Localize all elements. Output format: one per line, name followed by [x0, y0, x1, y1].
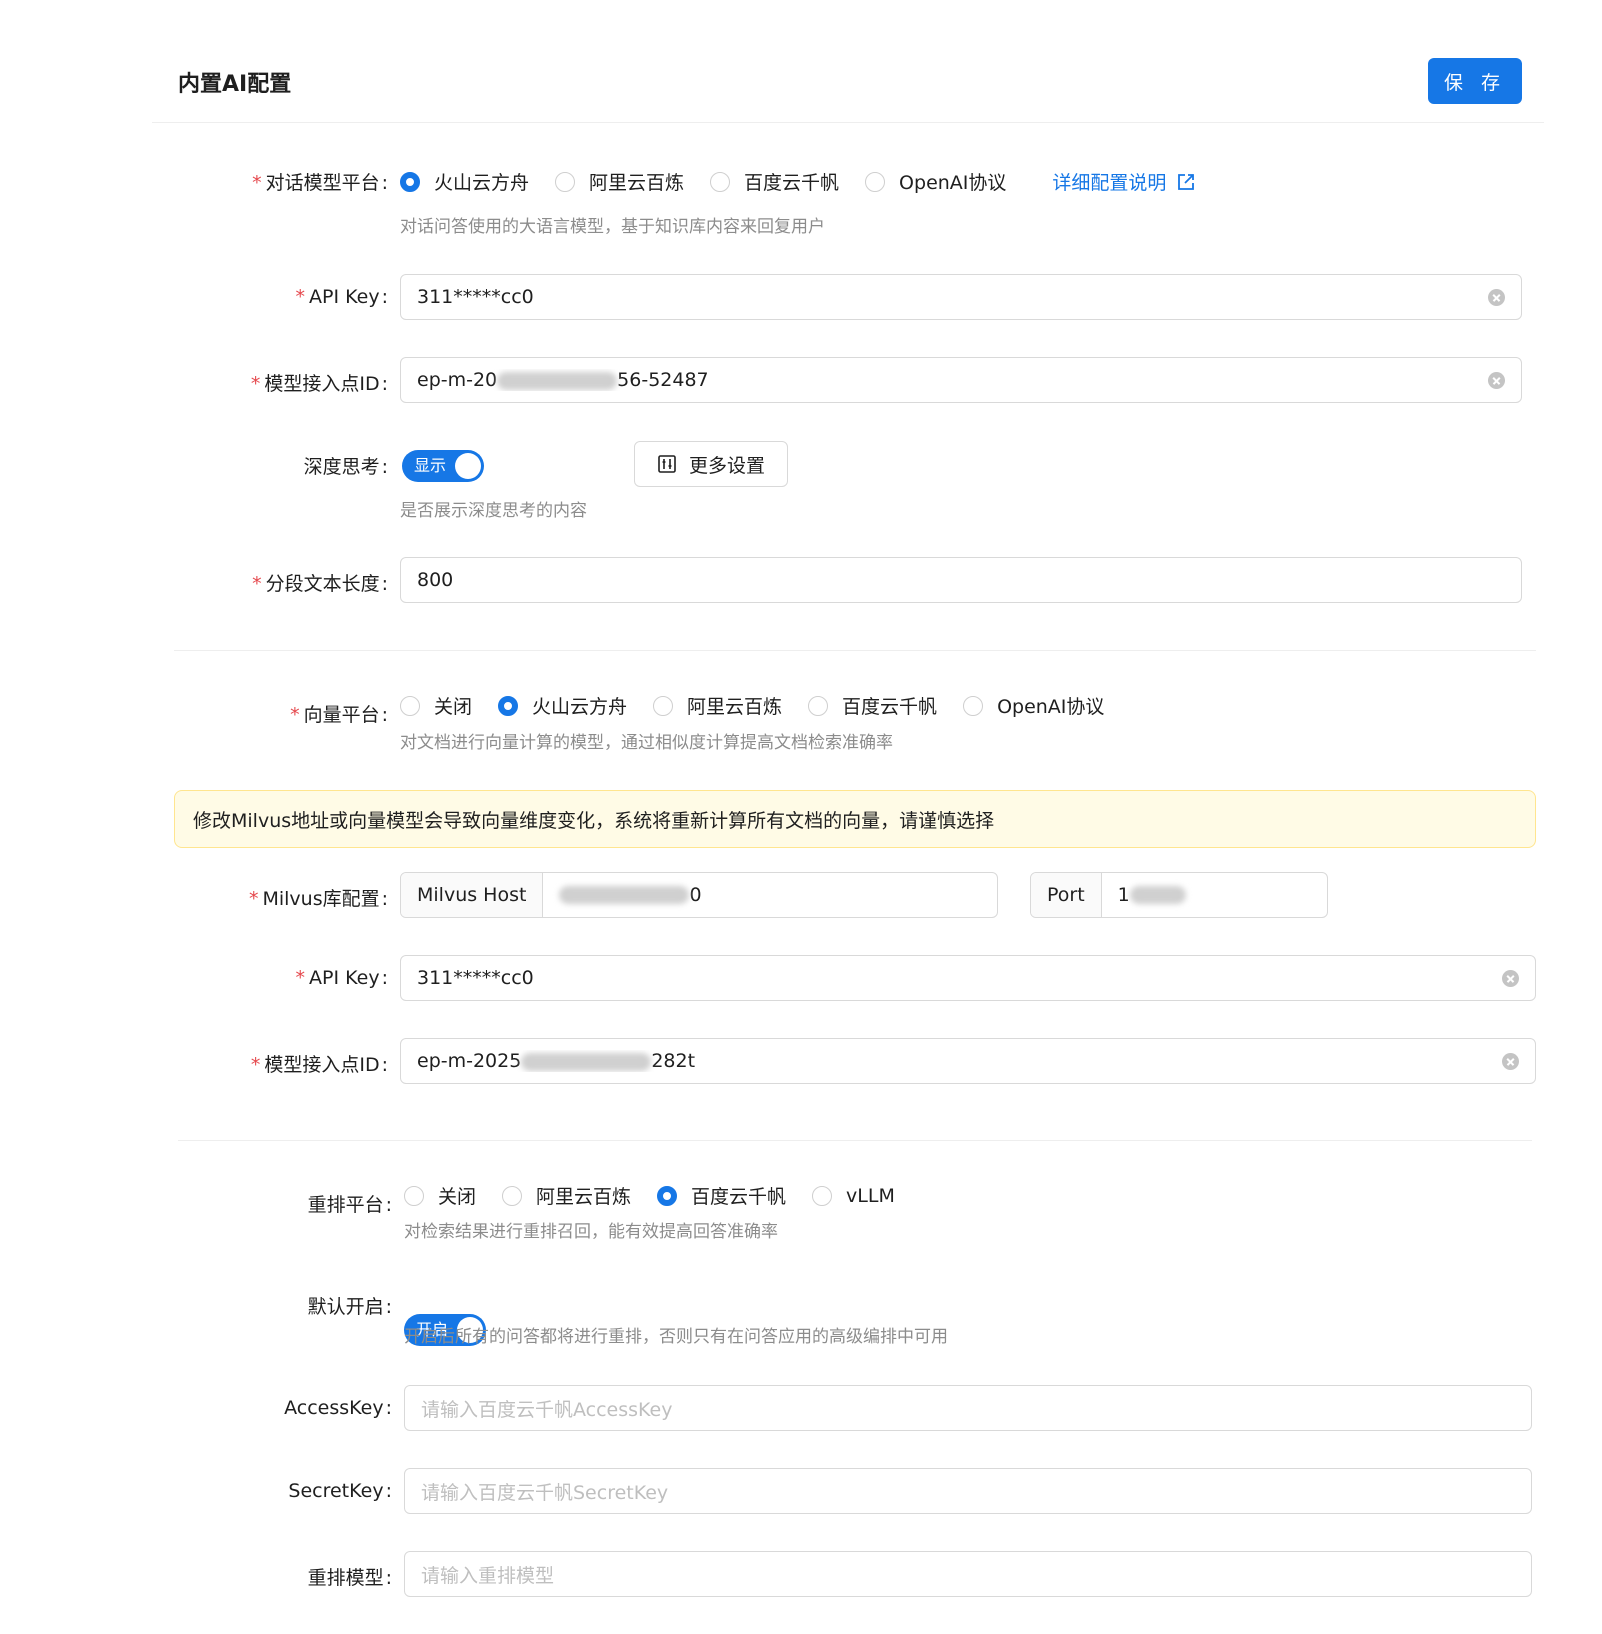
more-settings-button[interactable]: 更多设置 [634, 441, 789, 487]
radio-chat-volcengine[interactable]: 火山云方舟 [400, 168, 529, 195]
vector-platform-radio-group: 关闭 火山云方舟 阿里云百炼 百度云千帆 OpenAI协议 [400, 692, 1130, 719]
clear-icon[interactable] [1488, 288, 1505, 306]
page-title: 内置AI配置 [178, 72, 292, 97]
secret-key-input[interactable]: 请输入百度云千帆SecretKey [404, 1468, 1532, 1514]
chat-platform-help: 对话问答使用的大语言模型，基于知识库内容来回复用户 [400, 217, 825, 237]
vector-warning-alert: 修改Milvus地址或向量模型会导致向量维度变化，系统将重新计算所有文档的向量，… [174, 790, 1536, 848]
radio-vector-aliyun[interactable]: 阿里云百炼 [653, 692, 782, 719]
vector-platform-help: 对文档进行向量计算的模型，通过相似度计算提高文档检索准确率 [400, 733, 893, 753]
milvus-host-input[interactable]: 0 [543, 873, 997, 917]
settings-sliders-icon [658, 455, 676, 473]
section-divider [174, 650, 1536, 651]
vector-api-key-label: * API Key: [295, 967, 388, 989]
rerank-model-label: 重排模型: [307, 1567, 392, 1589]
radio-vector-off[interactable]: 关闭 [400, 692, 472, 719]
detail-config-link[interactable]: 详细配置说明 [1052, 168, 1196, 195]
section-divider [178, 1140, 1532, 1141]
vector-platform-label: * 向量平台: [290, 704, 388, 726]
deep-think-help: 是否展示深度思考的内容 [400, 501, 587, 521]
rerank-default-on-help: 开启后所有的问答都将进行重排，否则只有在问答应用的高级编排中可用 [404, 1327, 948, 1347]
deep-think-switch[interactable]: 显示 [402, 450, 484, 482]
clear-icon[interactable] [1502, 969, 1519, 987]
milvus-host-input-group: Milvus Host 0 [400, 872, 998, 918]
milvus-host-addon: Milvus Host [401, 873, 544, 917]
vector-api-key-input[interactable]: 311*****cc0 [400, 955, 1536, 1001]
segment-length-input[interactable]: 800 [400, 557, 1522, 603]
radio-vector-openai[interactable]: OpenAI协议 [963, 692, 1104, 719]
radio-rerank-baidu[interactable]: 百度云千帆 [657, 1182, 786, 1209]
chat-api-key-input[interactable]: 311*****cc0 [400, 274, 1522, 320]
save-button[interactable]: 保 存 [1428, 58, 1522, 104]
chat-platform-label: * 对话模型平台: [252, 172, 388, 194]
access-key-label: AccessKey: [284, 1397, 392, 1419]
rerank-model-input[interactable]: 请输入重排模型 [404, 1551, 1532, 1597]
access-key-input[interactable]: 请输入百度云千帆AccessKey [404, 1385, 1532, 1431]
header-divider [152, 122, 1544, 123]
clear-icon[interactable] [1488, 371, 1505, 389]
radio-chat-openai[interactable]: OpenAI协议 [865, 168, 1006, 195]
radio-vector-baidu[interactable]: 百度云千帆 [808, 692, 937, 719]
chat-platform-radio-group: 火山云方舟 阿里云百炼 百度云千帆 OpenAI协议 详细配置说明 [400, 168, 1196, 195]
radio-rerank-off[interactable]: 关闭 [404, 1182, 476, 1209]
deep-think-label: 深度思考: [303, 456, 388, 478]
rerank-platform-label: 重排平台: [307, 1194, 392, 1216]
milvus-port-input[interactable]: 1 [1102, 873, 1327, 917]
chat-endpoint-input[interactable]: ep-m-20 56-52487 [400, 357, 1522, 403]
rerank-platform-help: 对检索结果进行重排召回，能有效提高回答准确率 [404, 1222, 778, 1242]
rerank-platform-radio-group: 关闭 阿里云百炼 百度云千帆 vLLM [404, 1182, 921, 1209]
milvus-port-addon: Port [1031, 873, 1102, 917]
segment-length-label: * 分段文本长度: [252, 573, 388, 595]
vector-endpoint-input[interactable]: ep-m-2025 282t [400, 1038, 1536, 1084]
vector-endpoint-label: * 模型接入点ID: [250, 1054, 388, 1076]
secret-key-label: SecretKey: [288, 1480, 392, 1502]
external-link-icon [1178, 173, 1195, 190]
radio-vector-volcengine[interactable]: 火山云方舟 [498, 692, 627, 719]
radio-chat-baidu[interactable]: 百度云千帆 [710, 168, 839, 195]
milvus-port-input-group: Port 1 [1030, 872, 1328, 918]
radio-rerank-vllm[interactable]: vLLM [812, 1185, 895, 1207]
chat-api-key-label: * API Key: [295, 286, 388, 308]
milvus-config-label: * Milvus库配置: [248, 888, 388, 910]
radio-rerank-aliyun[interactable]: 阿里云百炼 [502, 1182, 631, 1209]
clear-icon[interactable] [1502, 1052, 1519, 1070]
radio-chat-aliyun[interactable]: 阿里云百炼 [555, 168, 684, 195]
chat-endpoint-label: * 模型接入点ID: [250, 373, 388, 395]
rerank-default-on-label: 默认开启: [307, 1296, 392, 1318]
